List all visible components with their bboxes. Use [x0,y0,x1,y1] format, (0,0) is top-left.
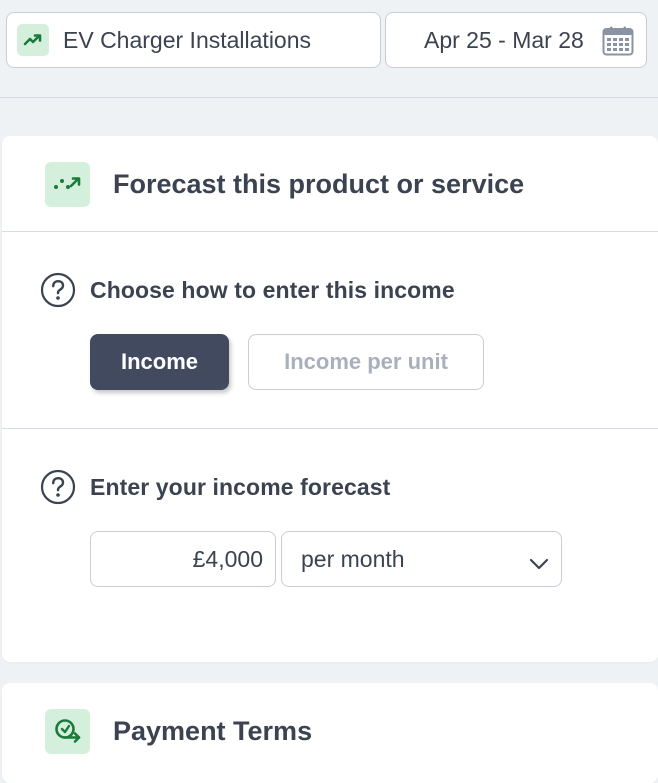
trend-up-icon [17,24,49,56]
income-method-label: Choose how to enter this income [90,276,455,303]
income-forecast-label: Enter your income forecast [90,473,391,500]
income-forecast-question: Enter your income forecast [40,469,390,505]
help-icon[interactable] [40,469,76,505]
product-selector[interactable]: EV Charger Installations [6,12,381,68]
forecast-card-title: Forecast this product or service [113,168,525,199]
income-option-button[interactable]: Income [90,334,229,390]
period-select-value: per month [301,545,405,572]
date-range-selector[interactable]: Apr 25 - Mar 28 [385,12,647,68]
forecast-card-header: Forecast this product or service [2,136,658,232]
calendar-icon[interactable] [602,26,634,61]
income-method-question: Choose how to enter this income [40,272,455,308]
income-amount-input[interactable]: £4,000 [90,531,276,587]
divider [2,428,658,429]
top-bar: EV Charger Installations Apr 25 - Mar 28 [0,0,658,98]
period-select[interactable]: per month [281,531,562,587]
forecast-card: Forecast this product or service Choose … [2,136,658,662]
payment-terms-title: Payment Terms [113,715,313,746]
forecast-trend-icon [45,161,90,207]
divider [2,231,658,232]
date-range-label: Apr 25 - Mar 28 [424,26,584,53]
income-per-unit-option-button[interactable]: Income per unit [248,334,484,390]
product-name: EV Charger Installations [63,26,312,53]
payment-terms-icon [45,708,90,754]
help-icon[interactable] [40,272,76,308]
chevron-down-icon [529,550,549,577]
payment-terms-card[interactable]: Payment Terms [2,683,658,783]
